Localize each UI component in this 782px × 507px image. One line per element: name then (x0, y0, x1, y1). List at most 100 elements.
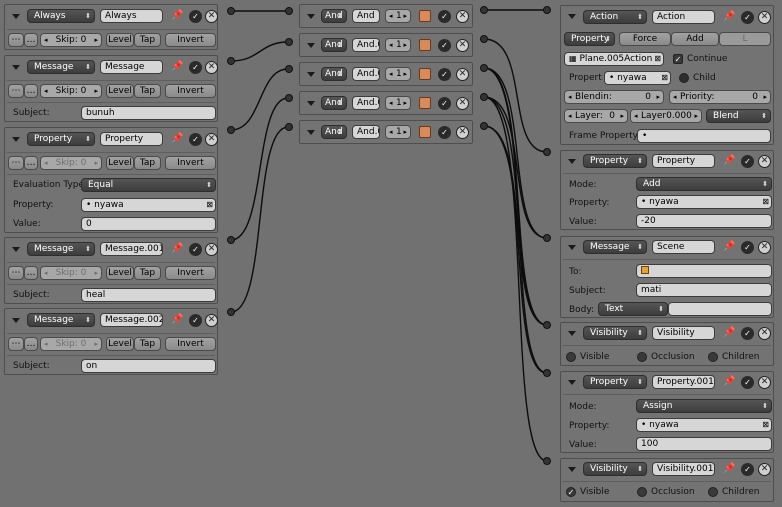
skip-field[interactable]: ◂ Skip: 0 ▸ (40, 84, 102, 98)
actuator-input-socket[interactable] (543, 234, 551, 242)
controller-input-socket[interactable] (285, 65, 293, 73)
actuator-type-select[interactable]: Visibility ⬍ (583, 326, 647, 340)
collapse-icon[interactable] (307, 14, 315, 19)
actuator-name-field[interactable]: Scene (652, 240, 715, 254)
collapse-icon[interactable] (307, 72, 315, 77)
check-icon[interactable]: ✓ (189, 243, 202, 256)
state-field[interactable]: ◂ 1 ▸ (385, 67, 411, 81)
sensor-output-socket[interactable] (227, 57, 235, 65)
skip-field[interactable]: ◂ Skip: 0 ▸ (40, 266, 102, 280)
sensor-output-socket[interactable] (227, 7, 235, 15)
actuator-input-socket[interactable] (543, 6, 551, 14)
occlusion-checkbox[interactable] (637, 352, 647, 362)
close-icon[interactable]: ✕ (758, 463, 771, 476)
property-field[interactable]: • nyawa ⊠ (604, 71, 671, 85)
sensor-name-field[interactable]: Always (100, 9, 163, 23)
collapse-icon[interactable] (568, 331, 576, 336)
check-icon[interactable]: ✓ (741, 155, 754, 168)
body-type-select[interactable]: Text ⬍ (598, 302, 668, 316)
collapse-icon[interactable] (12, 318, 20, 323)
pin-icon[interactable]: 📌 (723, 376, 735, 388)
level-button[interactable]: Level (106, 266, 134, 280)
pin-icon[interactable]: 📌 (171, 61, 183, 73)
check-icon[interactable]: ✓ (741, 11, 754, 24)
state-icon[interactable] (419, 10, 431, 22)
continue-checkbox[interactable]: ✓ (673, 54, 683, 64)
controller-name-field[interactable]: And.0 (352, 38, 380, 52)
mode-select[interactable]: Add ⬍ (636, 177, 772, 191)
body-field[interactable] (668, 302, 772, 316)
tap-button[interactable]: Tap (134, 156, 161, 170)
pulse-true-button[interactable]: ⋯ (8, 337, 24, 351)
actuator-input-socket[interactable] (543, 369, 551, 377)
state-icon[interactable] (419, 68, 431, 80)
invert-button[interactable]: Invert (165, 33, 216, 47)
children-checkbox[interactable] (708, 352, 718, 362)
actuator-type-select[interactable]: Message ⬍ (583, 240, 647, 254)
close-icon[interactable]: ✕ (205, 243, 218, 256)
sensor-type-select[interactable]: Always ⬍ (27, 9, 95, 23)
invert-button[interactable]: Invert (165, 337, 216, 351)
state-icon[interactable] (419, 126, 431, 138)
value-field[interactable]: 0 (81, 217, 216, 231)
pulse-true-button[interactable]: ⋯ (8, 266, 24, 280)
state-field[interactable]: ◂ 1 ▸ (385, 96, 411, 110)
check-icon[interactable]: ✓ (741, 327, 754, 340)
blend-mode-select[interactable]: Blend ⬍ (706, 109, 771, 123)
actuator-type-select[interactable]: Action ⬍ (583, 10, 647, 24)
priority-field[interactable]: ◂ Priority: 0 ▸ (669, 90, 771, 104)
sensor-name-field[interactable]: Message.001 (100, 242, 163, 256)
value-field[interactable]: -20 (636, 214, 772, 228)
check-icon[interactable]: ✓ (438, 68, 451, 81)
pin-icon[interactable]: 📌 (723, 155, 735, 167)
controller-type-select[interactable]: And ⬍ (321, 38, 347, 52)
actuator-type-select[interactable]: Property ⬍ (583, 375, 647, 389)
skip-field[interactable]: ◂ Skip: 0 ▸ (40, 337, 102, 351)
collapse-icon[interactable] (307, 101, 315, 106)
evaluation-type-select[interactable]: Equal ⬍ (81, 178, 216, 192)
collapse-icon[interactable] (568, 380, 576, 385)
controller-output-socket[interactable] (480, 93, 488, 101)
collapse-icon[interactable] (12, 65, 20, 70)
controller-input-socket[interactable] (285, 7, 293, 15)
sensor-output-socket[interactable] (227, 308, 235, 316)
close-icon[interactable]: ✕ (205, 61, 218, 74)
pulse-false-button[interactable]: … (24, 337, 38, 351)
property-field[interactable]: • nyawa ⊠ (636, 195, 772, 209)
actuator-name-field[interactable]: Visibility (652, 326, 715, 340)
pin-icon[interactable]: 📌 (171, 133, 183, 145)
invert-button[interactable]: Invert (165, 84, 216, 98)
state-icon[interactable] (419, 97, 431, 109)
tap-button[interactable]: Tap (134, 33, 161, 47)
subject-field[interactable]: on (81, 359, 216, 373)
close-icon[interactable]: ✕ (758, 327, 771, 340)
controller-name-field[interactable]: And.0 (352, 125, 380, 139)
check-icon[interactable]: ✓ (189, 61, 202, 74)
check-icon[interactable]: ✓ (438, 97, 451, 110)
close-icon[interactable]: ✕ (205, 10, 218, 23)
layer-field[interactable]: ◂ Layer: 0 ▸ (564, 109, 628, 123)
pulse-true-button[interactable]: ⋯ (8, 84, 24, 98)
controller-output-socket[interactable] (480, 64, 488, 72)
controller-input-socket[interactable] (285, 123, 293, 131)
pin-icon[interactable]: 📌 (723, 327, 735, 339)
tap-button[interactable]: Tap (134, 337, 161, 351)
controller-type-select[interactable]: And ⬍ (321, 125, 347, 139)
check-icon[interactable]: ✓ (741, 241, 754, 254)
sensor-type-select[interactable]: Property ⬍ (27, 132, 95, 146)
close-icon[interactable]: ✕ (205, 133, 218, 146)
frame-property-field[interactable]: • (637, 129, 771, 143)
close-icon[interactable]: ✕ (758, 241, 771, 254)
sensor-type-select[interactable]: Message ⬍ (27, 60, 95, 74)
invert-button[interactable]: Invert (165, 156, 216, 170)
mode-select[interactable]: Assign ⬍ (636, 399, 772, 413)
collapse-icon[interactable] (12, 247, 20, 252)
actuator-input-socket[interactable] (543, 321, 551, 329)
controller-input-socket[interactable] (285, 38, 293, 46)
local-button[interactable]: L (719, 32, 771, 46)
children-checkbox[interactable] (708, 487, 718, 497)
collapse-icon[interactable] (568, 159, 576, 164)
property-field[interactable]: • nyawa ⊠ (81, 198, 216, 212)
state-field[interactable]: ◂ 1 ▸ (385, 9, 411, 23)
actuator-type-select[interactable]: Property ⬍ (583, 154, 647, 168)
